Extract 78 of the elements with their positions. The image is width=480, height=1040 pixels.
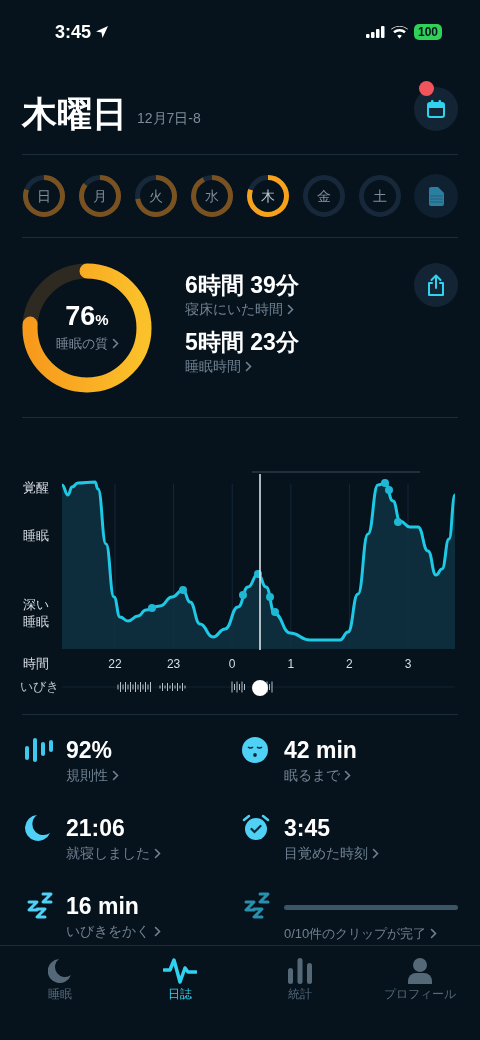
day-ring-button[interactable]: 火	[134, 174, 178, 218]
notes-button[interactable]	[414, 174, 458, 218]
chevron-icon	[372, 848, 379, 859]
waveform-icon	[163, 958, 197, 984]
data-point	[239, 591, 247, 599]
share-button[interactable]	[414, 263, 458, 307]
stat-value: 3:45	[284, 814, 332, 843]
data-point	[254, 570, 262, 578]
day-ring-button[interactable]: 月	[78, 174, 122, 218]
stat-value: 21:06	[66, 814, 126, 843]
duration-label[interactable]: 寝床にいた時間	[185, 299, 283, 320]
sleeping-face-icon	[242, 737, 268, 763]
data-point	[179, 586, 187, 594]
day-ring-button[interactable]: 土	[358, 174, 402, 218]
stat-label[interactable]: 目覚めた時刻	[284, 843, 368, 864]
share-icon	[427, 274, 445, 296]
moon-icon	[48, 958, 72, 984]
chevron-icon	[287, 304, 294, 315]
time-tick: 2	[346, 656, 353, 673]
stage-label: 睡眠	[23, 527, 49, 544]
data-point	[271, 608, 279, 616]
chevron-icon	[111, 337, 119, 349]
tab-button[interactable]: 統計	[240, 958, 360, 1008]
status-time: 3:45	[55, 20, 92, 44]
time-tick: 3	[404, 656, 412, 673]
data-point	[394, 518, 402, 526]
chevron-icon	[112, 770, 119, 781]
duration-value: 5時間 23分	[185, 328, 300, 356]
percent-sign: %	[95, 311, 109, 330]
chevron-icon	[344, 770, 351, 781]
regularity-bars-icon	[25, 736, 55, 764]
battery-indicator: 100	[413, 24, 442, 40]
stat-label[interactable]: 眠るまで	[284, 765, 340, 786]
stage-label: 覚醒	[23, 479, 49, 496]
tab-button[interactable]: プロフィール	[360, 958, 480, 1008]
day-title: 木曜日	[22, 95, 127, 131]
stat-label[interactable]: 就寝しました	[66, 843, 150, 864]
time-tick: 1	[287, 656, 295, 673]
calendar-button[interactable]	[414, 87, 458, 131]
duration-value: 6時間 39分	[185, 271, 300, 299]
time-tick: 22	[108, 656, 122, 673]
calendar-icon	[427, 100, 445, 118]
axis-title: 時間	[23, 655, 49, 673]
timeline-handle[interactable]	[252, 680, 268, 696]
chevron-icon	[154, 848, 161, 859]
clips-label[interactable]: 0/10件のクリップが完了	[284, 924, 427, 944]
quality-label[interactable]: 睡眠の質	[55, 333, 108, 353]
data-point	[148, 604, 156, 612]
chevron-icon	[245, 361, 252, 372]
quality-percentage: 76	[65, 303, 96, 330]
wifi-icon	[390, 25, 408, 39]
stat-value: 42 min	[284, 736, 358, 765]
day-ring-button[interactable]: 水	[190, 174, 234, 218]
stat-value: 92%	[66, 736, 114, 765]
stage-label: 深い睡眠	[23, 596, 50, 630]
duration-label[interactable]: 睡眠時間	[185, 356, 241, 377]
document-icon	[428, 186, 444, 206]
chevron-icon	[430, 928, 438, 940]
tab-button[interactable]: 睡眠	[0, 958, 120, 1008]
date-range: 12月7日-8	[137, 108, 201, 128]
location-arrow-icon	[95, 25, 110, 39]
stat-value: 16 min	[66, 892, 140, 921]
moon-icon	[25, 814, 51, 842]
bar-chart-icon	[288, 958, 312, 984]
day-ring-button[interactable]: 木	[246, 174, 290, 218]
stat-label[interactable]: 規則性	[66, 765, 108, 786]
person-icon	[408, 958, 432, 984]
day-ring-button[interactable]: 日	[22, 174, 66, 218]
day-ring-button[interactable]: 金	[302, 174, 346, 218]
data-point	[266, 593, 274, 601]
chevron-icon	[154, 926, 161, 937]
time-tick: 0	[228, 656, 236, 673]
signal-icon	[365, 26, 385, 38]
stat-label[interactable]: いびきをかく	[66, 921, 150, 942]
alarm-clock-icon	[242, 814, 270, 842]
time-tick: 23	[166, 656, 181, 673]
tab-button[interactable]: 日誌	[120, 958, 240, 1008]
snore-label: いびき	[20, 678, 59, 696]
